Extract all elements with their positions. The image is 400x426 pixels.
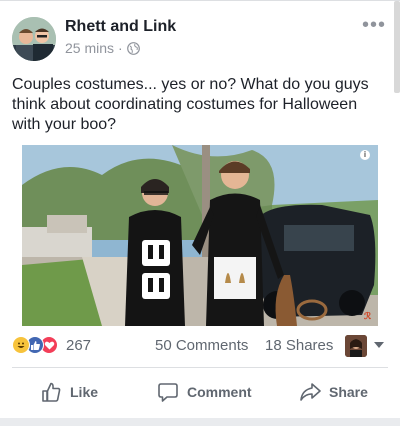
action-bar: Like Comment Share — [0, 373, 400, 411]
thumbs-up-icon — [42, 382, 61, 402]
like-button[interactable]: Like — [40, 373, 98, 411]
share-arrow-icon — [300, 383, 321, 401]
post-time[interactable]: 25 mins — [65, 40, 114, 56]
post-header: Rhett and Link 25 mins · ••• — [12, 15, 388, 61]
comment-button[interactable]: Comment — [157, 373, 252, 411]
viewer-avatar[interactable] — [345, 335, 367, 357]
post-text: Couples costumes... yes or no? What do y… — [12, 76, 369, 133]
shares-count[interactable]: 18 Shares — [265, 337, 333, 354]
svg-text:ℛ: ℛ — [364, 311, 372, 321]
globe-icon — [126, 41, 140, 55]
video-player[interactable]: ℛ i — [22, 145, 378, 326]
scrollbar[interactable] — [394, 1, 400, 93]
author-avatar[interactable] — [12, 17, 56, 61]
meta-separator: · — [118, 40, 123, 56]
more-options-icon[interactable]: ••• — [362, 15, 386, 35]
post-stats: 267 50 Comments 18 Shares — [12, 335, 388, 358]
chevron-down-icon[interactable] — [374, 342, 384, 348]
post-card: Rhett and Link 25 mins · ••• Couples cos… — [0, 0, 400, 418]
share-button[interactable]: Share — [299, 373, 368, 411]
divider — [12, 367, 388, 368]
reaction-count: 267 — [66, 336, 92, 354]
comment-bubble-icon — [158, 383, 178, 402]
reactions-summary[interactable]: 267 — [12, 336, 91, 354]
comment-label: Comment — [187, 384, 252, 400]
post-meta: 25 mins · — [65, 40, 140, 56]
haha-icon — [12, 336, 30, 354]
like-label: Like — [70, 384, 99, 400]
author-name[interactable]: Rhett and Link — [65, 18, 176, 36]
comments-count[interactable]: 50 Comments — [155, 337, 248, 354]
video-info-icon[interactable]: i — [360, 150, 370, 160]
share-label: Share — [329, 384, 368, 400]
